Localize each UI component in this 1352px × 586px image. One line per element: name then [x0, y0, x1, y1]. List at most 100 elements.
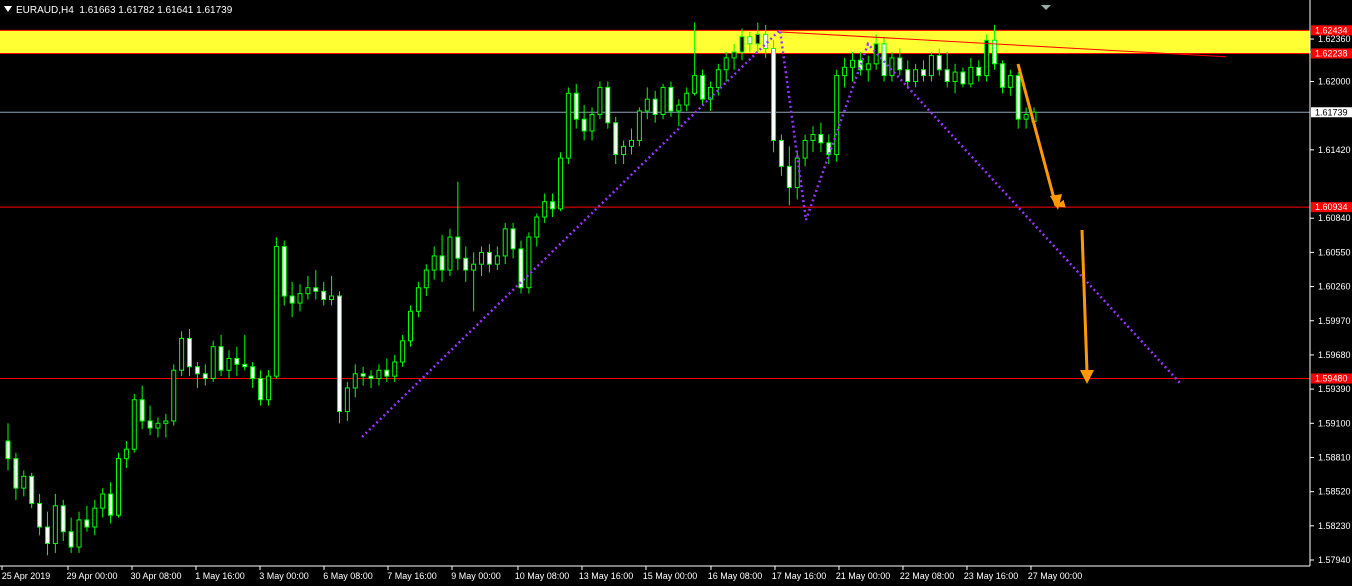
- candle: [179, 331, 185, 377]
- candle-body: [944, 69, 950, 83]
- candle-body: [802, 139, 808, 159]
- arrow-head-2: [1080, 370, 1094, 384]
- candle-body: [384, 369, 390, 377]
- candle: [29, 472, 35, 509]
- candle-body: [218, 346, 224, 371]
- candle: [368, 370, 374, 388]
- candle-body: [376, 369, 382, 379]
- candle-body: [676, 104, 682, 112]
- candle: [313, 270, 319, 300]
- x-tick-label: 21 May 00:00: [836, 571, 891, 581]
- candle: [542, 193, 548, 223]
- candle-body: [755, 33, 761, 45]
- candle-body: [123, 448, 129, 460]
- candle-body: [360, 373, 366, 377]
- candle: [794, 152, 800, 200]
- price-tag-label: 1.62434: [1315, 25, 1348, 35]
- candle: [60, 499, 66, 542]
- candle-body: [628, 139, 634, 147]
- y-tick-label: 1.60260: [1318, 282, 1351, 292]
- candle: [865, 55, 871, 82]
- candle-body: [818, 134, 824, 144]
- candle: [68, 517, 74, 553]
- candle: [44, 511, 50, 556]
- y-tick-label: 1.62000: [1318, 77, 1351, 87]
- candle: [707, 81, 713, 111]
- candle: [52, 494, 58, 553]
- candle-body: [747, 36, 753, 45]
- candle: [234, 346, 240, 377]
- price-tag-label: 1.60934: [1315, 202, 1348, 212]
- candle: [352, 364, 358, 398]
- candle-body: [700, 75, 706, 100]
- candle-body: [210, 346, 216, 379]
- pattern-overlay-layer: [361, 27, 1227, 438]
- candle-body: [226, 357, 232, 371]
- candle-body: [557, 157, 563, 210]
- price-tag: 1.60934: [1311, 202, 1352, 213]
- candle-body: [115, 458, 121, 516]
- candle: [242, 334, 248, 371]
- candle-body: [5, 440, 11, 460]
- y-tick-label: 1.57940: [1318, 555, 1351, 565]
- price-tag-label: 1.61739: [1315, 107, 1348, 117]
- candle-body: [794, 157, 800, 189]
- y-tick-label: 1.59970: [1318, 316, 1351, 326]
- candle: [534, 213, 540, 247]
- candle: [155, 417, 161, 438]
- x-tick-label: 7 May 16:00: [387, 571, 437, 581]
- candle: [526, 232, 532, 294]
- candle: [565, 87, 571, 164]
- candle: [115, 452, 121, 518]
- candle-body: [597, 86, 603, 116]
- candle: [447, 228, 453, 276]
- candle-body: [976, 66, 982, 77]
- candle: [139, 385, 145, 430]
- candle-body: [565, 92, 571, 159]
- candle: [321, 281, 327, 306]
- candle-body: [928, 55, 934, 77]
- x-tick-label: 16 May 08:00: [708, 571, 763, 581]
- candle: [21, 470, 27, 497]
- candle: [494, 246, 500, 271]
- candle: [1023, 107, 1029, 129]
- candle: [463, 246, 469, 282]
- x-tick-label: 9 May 00:00: [451, 571, 501, 581]
- candle-body: [76, 519, 82, 548]
- candle-body: [479, 251, 485, 265]
- candle: [471, 252, 477, 312]
- candle: [415, 281, 421, 318]
- candle: [281, 240, 287, 306]
- candle: [771, 40, 777, 153]
- candle: [944, 52, 950, 88]
- candle: [37, 494, 43, 536]
- y-tick-label: 1.62360: [1318, 34, 1351, 44]
- candle: [218, 334, 224, 377]
- y-tick-label: 1.59100: [1318, 418, 1351, 428]
- x-tick-label: 15 May 00:00: [643, 571, 698, 581]
- candle-body: [613, 122, 619, 156]
- price-chart[interactable]: 1.623601.622501.620001.614201.608401.605…: [0, 0, 1352, 586]
- candle: [455, 181, 461, 271]
- candle-body: [100, 493, 106, 509]
- x-tick-label: 10 May 08:00: [515, 571, 570, 581]
- candle: [1007, 69, 1013, 96]
- candle-body: [187, 337, 193, 368]
- candle: [802, 134, 808, 167]
- candle-body: [92, 507, 98, 528]
- candle-body: [810, 134, 816, 141]
- candle: [613, 116, 619, 164]
- candle: [605, 81, 611, 129]
- candle: [344, 382, 350, 421]
- y-tick-label: 1.58520: [1318, 487, 1351, 497]
- candle-body: [463, 257, 469, 271]
- candle: [400, 334, 406, 367]
- candle-body: [273, 246, 279, 377]
- pattern-line: [361, 27, 1181, 438]
- candle-body: [408, 310, 414, 342]
- candle-body: [652, 98, 658, 116]
- candle-body: [368, 375, 374, 379]
- candle: [265, 370, 271, 406]
- candle-body: [289, 295, 295, 304]
- candle: [668, 81, 674, 117]
